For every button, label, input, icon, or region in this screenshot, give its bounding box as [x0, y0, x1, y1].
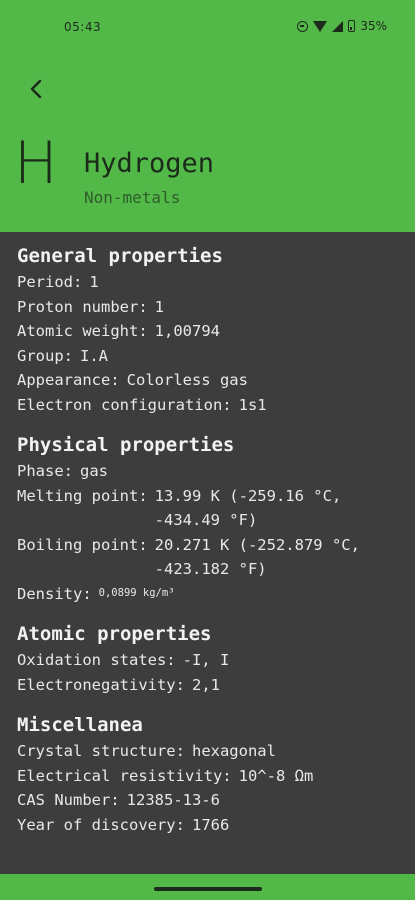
property-value: 12385-13-6: [126, 791, 220, 809]
section-title: General properties: [17, 245, 223, 267]
property-row: Phase: gas: [17, 459, 407, 484]
property-row: Density: 0,0899 kg/m³: [17, 582, 407, 607]
property-value: 13.99 K (-259.16 °C, -434.49 °F): [154, 486, 342, 530]
property-row: Period: 1: [17, 270, 407, 295]
element-category: Non-metals: [84, 188, 181, 207]
property-value: 1: [154, 297, 164, 316]
property-label: Electron configuration:: [17, 395, 232, 414]
status-icons: 35%: [297, 19, 387, 33]
element-name: Hydrogen: [84, 148, 215, 179]
property-value: 2,1: [191, 675, 220, 694]
property-label: Melting point:: [17, 486, 148, 505]
property-value: 10^-8 Ωm: [238, 766, 314, 785]
atomic-properties-section: Atomic properties Oxidation states: -I, I…: [17, 622, 407, 697]
arrow-back-icon: [30, 79, 42, 99]
property-label: Group:: [17, 346, 73, 365]
property-value: 20.271 K (-252.879 °C, -423.182 °F): [154, 535, 360, 579]
property-row: Crystal structure: hexagonal: [17, 739, 407, 764]
property-value: 1,00794: [154, 322, 220, 340]
property-row: CAS Number: 12385-13-6: [17, 788, 407, 813]
property-value: Colorless gas: [126, 371, 248, 389]
element-header: 05:43 35% H Hydrogen Non-metals: [0, 0, 415, 232]
property-row: Electronegativity: 2,1: [17, 673, 407, 698]
property-label: Boiling point:: [17, 535, 148, 554]
home-indicator[interactable]: [154, 887, 262, 891]
status-bar: 05:43 35%: [0, 14, 415, 40]
property-row: Appearance: Colorless gas: [17, 368, 407, 393]
property-row: Electrical resistivity: 10^-8 Ωm: [17, 764, 407, 789]
property-value: 1766: [191, 815, 230, 834]
property-row: Boiling point: 20.271 K (-252.879 °C, -42…: [17, 533, 407, 582]
properties-list: General properties Period: 1 Proton numbe…: [17, 244, 407, 853]
property-label: CAS Number:: [17, 791, 120, 809]
miscellanea-section: Miscellanea Crystal structure: hexagonal …: [17, 713, 407, 837]
property-row: Proton number: 1: [17, 295, 407, 320]
wifi-icon: [313, 20, 328, 32]
property-value: gas: [80, 462, 108, 480]
property-value: hexagonal: [191, 742, 276, 760]
property-row: Melting point: 13.99 K (-259.16 °C, -434.…: [17, 484, 407, 533]
property-label: Density:: [17, 584, 92, 603]
general-properties-section: General properties Period: 1 Proton numbe…: [17, 244, 407, 417]
property-label: Period:: [17, 273, 83, 291]
property-row: Year of discovery: 1766: [17, 813, 407, 838]
property-row: Group: I.A: [17, 344, 407, 369]
property-value: -I, I: [182, 651, 230, 669]
property-row: Electron configuration: 1s1: [17, 393, 407, 418]
physical-properties-section: Physical properties Phase: gas Melting po…: [17, 433, 407, 606]
cell-signal-icon: [332, 20, 344, 32]
section-title: Miscellanea: [17, 714, 143, 736]
property-row: Oxidation states: -I, I: [17, 648, 407, 673]
element-symbol: H: [14, 129, 58, 197]
property-label: Year of discovery:: [17, 815, 185, 834]
property-label: Electronegativity:: [17, 675, 185, 694]
property-value: I.A: [80, 346, 108, 365]
property-value: 1s1: [238, 395, 267, 414]
property-label: Proton number:: [17, 297, 148, 316]
property-label: Phase:: [17, 462, 73, 480]
property-row: Atomic weight: 1,00794: [17, 319, 407, 344]
property-label: Atomic weight:: [17, 322, 148, 340]
section-title: Physical properties: [17, 434, 235, 456]
back-button[interactable]: [24, 74, 50, 104]
section-title: Atomic properties: [17, 623, 212, 645]
property-value: 1: [89, 273, 99, 291]
battery-icon: [348, 20, 356, 32]
property-label: Electrical resistivity:: [17, 766, 232, 785]
property-label: Oxidation states:: [17, 651, 176, 669]
do-not-disturb-icon: [297, 20, 309, 32]
property-label: Crystal structure:: [17, 742, 185, 760]
property-label: Appearance:: [17, 371, 120, 389]
property-value: 0,0899 kg/m³: [98, 586, 175, 599]
battery-percent: 35%: [360, 19, 387, 33]
status-time: 05:43: [64, 20, 102, 34]
